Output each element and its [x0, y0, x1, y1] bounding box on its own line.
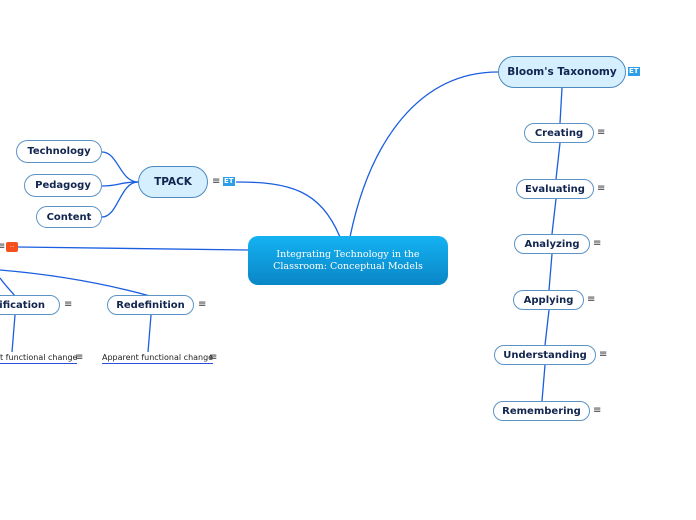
link-samr-redefinition — [0, 269, 151, 297]
blooms-level-analyzing[interactable]: Analyzing — [514, 234, 590, 254]
notes-menu-icon[interactable]: ≡ — [593, 406, 601, 416]
tpack-label: TPACK — [154, 176, 192, 188]
tpack-child-pedagogy[interactable]: Pedagogy — [24, 174, 102, 197]
notes-menu-icon[interactable]: ≡ — [209, 353, 217, 363]
level-label: Creating — [534, 127, 584, 139]
notes-menu-icon[interactable]: ≡ — [198, 300, 206, 310]
tpack-child-label: Content — [46, 211, 92, 223]
level-label: Analyzing — [524, 238, 580, 250]
samr-node-label: Redefinition — [116, 299, 185, 311]
blooms-taxonomy-label: Bloom's Taxonomy — [507, 66, 617, 78]
notes-menu-icon[interactable]: ≡ — [599, 350, 607, 360]
tpack-child-content[interactable]: Content — [36, 206, 102, 228]
tpack-child-technology[interactable]: Technology — [16, 140, 102, 163]
tpack-child-label: Technology — [27, 146, 91, 157]
link-central-tpack — [235, 181, 341, 238]
blooms-level-applying[interactable]: Applying — [513, 290, 584, 310]
level-label: Applying — [523, 294, 574, 306]
samr-node-redefinition[interactable]: Redefinition — [107, 295, 194, 315]
samr-node-modification[interactable]: dification — [0, 295, 60, 315]
samr-node-label: dification — [0, 299, 45, 311]
link-tpack-content — [101, 181, 139, 218]
central-topic[interactable]: Integrating Technology in the Classroom:… — [248, 236, 448, 285]
tpack-child-label: Pedagogy — [35, 180, 91, 191]
notes-menu-icon[interactable]: ≡ — [593, 239, 601, 249]
tpack-topic[interactable]: TPACK — [138, 166, 208, 198]
notes-menu-icon[interactable]: ≡ — [64, 300, 72, 310]
redefinition-note[interactable]: Apparent functional change — [102, 353, 214, 364]
link-tpack-technology — [101, 151, 139, 183]
et-badge-icon[interactable]: ET — [223, 177, 235, 186]
notes-menu-icon[interactable]: ≡ — [597, 184, 605, 194]
link-redefinition-note — [147, 314, 152, 353]
blooms-level-creating[interactable]: Creating — [524, 123, 594, 143]
level-label: Understanding — [503, 349, 587, 361]
notes-menu-icon[interactable]: ≡ — [587, 295, 595, 305]
link-central-samr — [17, 246, 249, 251]
blooms-level-evaluating[interactable]: Evaluating — [516, 179, 594, 199]
blooms-taxonomy-topic[interactable]: Bloom's Taxonomy — [498, 56, 626, 88]
samr-badge-icon[interactable]: ··· — [6, 242, 18, 252]
link-samr-modification — [0, 277, 16, 297]
link-modification-note — [11, 314, 16, 353]
notes-menu-icon[interactable]: ≡ — [212, 177, 220, 187]
link-central-blooms — [349, 71, 499, 238]
blooms-level-remembering[interactable]: Remembering — [493, 401, 590, 421]
central-topic-line2: Classroom: Conceptual Models — [273, 260, 423, 272]
central-topic-line1: Integrating Technology in the — [276, 248, 420, 260]
blooms-level-understanding[interactable]: Understanding — [494, 345, 596, 365]
modification-note[interactable]: t functional change — [0, 353, 78, 364]
notes-menu-icon[interactable]: ≡ — [75, 353, 83, 363]
level-label: Remembering — [502, 405, 581, 417]
level-label: Evaluating — [525, 183, 585, 195]
et-badge-icon[interactable]: ET — [628, 67, 640, 76]
notes-menu-icon[interactable]: ≡ — [597, 128, 605, 138]
notes-menu-icon[interactable]: ≡ — [0, 242, 5, 252]
